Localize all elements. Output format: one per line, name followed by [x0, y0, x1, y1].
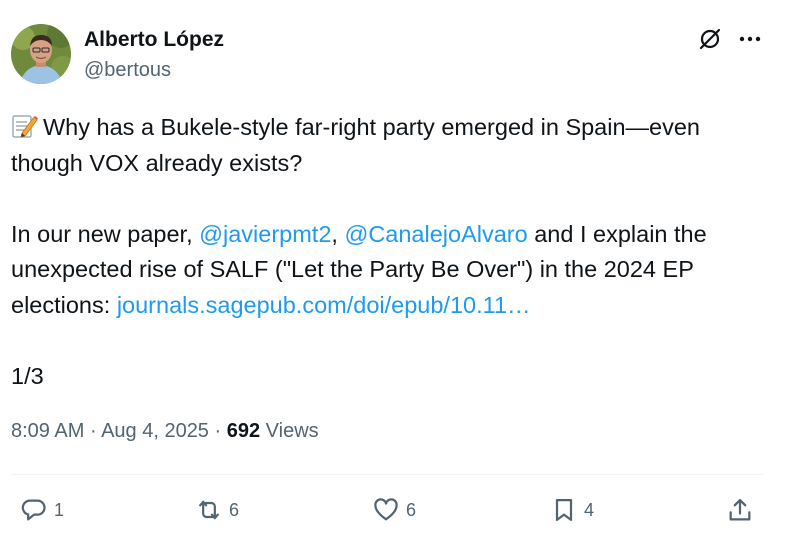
bookmark-icon: [555, 498, 573, 522]
divider: [11, 474, 763, 475]
avatar[interactable]: [11, 24, 71, 84]
like-count: 6: [406, 499, 417, 520]
article-link[interactable]: journals.sagepub.com/doi/epub/10.11…: [117, 292, 531, 318]
share-button[interactable]: [726, 496, 754, 524]
post-meta: 8:09 AM · Aug 4, 2025 · 692 Views: [11, 420, 319, 443]
post-time[interactable]: 8:09 AM: [11, 420, 84, 442]
post-line-1-text: Why has a Bukele-style far-right party e…: [11, 114, 701, 176]
meta-separator: ·: [208, 420, 227, 442]
like-button[interactable]: 6: [372, 496, 416, 524]
tweet: Alberto López @bertous Why has a Bukele-…: [0, 0, 785, 541]
post-body: Why has a Bukele-style far-right party e…: [11, 110, 776, 394]
post-text: In our new paper,: [11, 220, 200, 247]
views-count: 692: [226, 420, 261, 442]
post-paragraph-1: Why has a Bukele-style far-right party e…: [11, 110, 776, 181]
reply-button[interactable]: 1: [20, 496, 64, 524]
repost-icon: [199, 500, 219, 520]
mention-javierpmt2[interactable]: @javierpmt2: [199, 221, 331, 247]
post-paragraph-2: In our new paper, @javierpmt2, @Canalejo…: [11, 217, 776, 324]
more-icon[interactable]: [737, 26, 763, 52]
memo-icon: [11, 113, 39, 139]
post-text: ,: [331, 220, 345, 247]
handle[interactable]: @bertous: [84, 59, 171, 82]
mention-canalejoalvaro[interactable]: @CanalejoAlvaro: [344, 221, 527, 247]
heart-icon: [374, 498, 398, 521]
grok-icon[interactable]: [697, 26, 723, 52]
bookmark-count: 4: [584, 499, 595, 520]
share-icon: [729, 498, 751, 521]
display-name[interactable]: Alberto López: [84, 28, 224, 52]
meta-separator: ·: [84, 420, 102, 442]
repost-button[interactable]: 6: [195, 496, 239, 524]
repost-count: 6: [229, 499, 240, 520]
thread-marker: 1/3: [11, 362, 44, 389]
bookmark-button[interactable]: 4: [550, 496, 594, 524]
reply-count: 1: [54, 499, 65, 520]
views-label: Views: [260, 420, 319, 442]
action-bar: 1 6 6 4: [0, 488, 785, 536]
avatar-photo: [11, 24, 71, 84]
reply-icon: [21, 499, 46, 521]
post-date[interactable]: Aug 4, 2025: [101, 420, 209, 442]
